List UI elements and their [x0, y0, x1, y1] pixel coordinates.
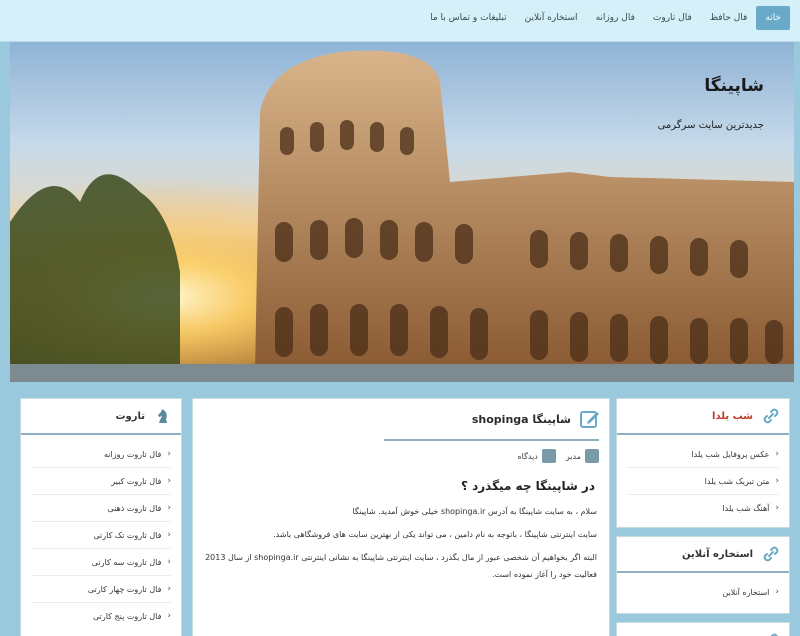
nav-menu: خانه فال حافظ فال تاروت فال روزانه استخا…	[421, 6, 790, 30]
site-tagline: جدیدترین سایت سرگرمی	[657, 120, 764, 131]
list-item[interactable]: ‹ عکس پروفایل شب یلدا	[627, 441, 779, 468]
banner-image	[10, 42, 794, 382]
post-author[interactable]: مدیر	[566, 452, 581, 461]
chevron-left-icon: ‹	[775, 448, 779, 459]
post-paragraph: سایت اینترنتی شاپینگا ، باتوجه به نام دا…	[273, 530, 597, 539]
header-banner: شاپینگا جدیدترین سایت سرگرمی	[10, 42, 794, 382]
tarot-widget: تاروت ‹ فال تاروت روزانه ‹ فال تاروت کبیر …	[20, 398, 182, 636]
chevron-left-icon: ‹	[167, 448, 171, 459]
post-paragraph: سلام ، به سایت شاپینگا به آدرس shopinga.…	[352, 507, 598, 516]
nav-item-tarot[interactable]: فال تاروت	[644, 6, 701, 30]
chevron-left-icon: ‹	[775, 503, 779, 513]
site-title[interactable]: شاپینگا	[704, 76, 764, 96]
chevron-left-icon: ‹	[167, 583, 171, 594]
nav-item-estekhare[interactable]: استخاره آنلاین	[516, 6, 587, 30]
tarot-widget-header: تاروت	[21, 399, 181, 435]
next-widget	[616, 622, 790, 636]
post-meta: مدیر دیدگاه	[193, 441, 609, 463]
chess-knight-icon	[153, 406, 173, 426]
list-item[interactable]: ‹ فال تاروت روزانه	[31, 441, 171, 468]
post-body: سلام ، به سایت شاپینگا به آدرس shopinga.…	[193, 493, 609, 583]
yalda-widget-header: شب یلدا	[617, 399, 789, 435]
yalda-widget: شب یلدا ‹ عکس پروفایل شب یلدا ‹ متن تبریک …	[616, 398, 790, 528]
list-item[interactable]: ‹ فال تاروت پنج کارتی	[31, 603, 171, 630]
nav-item-contact[interactable]: تبلیغات و تماس با ما	[421, 6, 516, 30]
post-comments[interactable]: دیدگاه	[517, 452, 537, 461]
post-header: شاپینگا shopinga	[193, 399, 609, 439]
tarot-widget-title: تاروت	[115, 410, 145, 422]
link-icon	[761, 406, 781, 426]
list-item[interactable]: ‹ استخاره آنلاین	[627, 579, 779, 606]
next-widget-header	[617, 623, 789, 636]
chevron-left-icon: ‹	[167, 502, 171, 513]
chevron-left-icon: ‹	[167, 529, 171, 540]
list-item[interactable]: ‹ فال تاروت ذهنی	[31, 495, 171, 522]
chevron-left-icon: ‹	[167, 556, 171, 567]
edit-icon	[579, 408, 601, 430]
list-item[interactable]: ‹ فال تاروت سه کارتی	[31, 549, 171, 576]
nav-item-hafez[interactable]: فال حافظ	[701, 6, 757, 30]
estekhare-widget-title: استخاره آنلاین	[682, 548, 753, 560]
comment-icon	[541, 449, 556, 463]
list-item[interactable]: ‹ فال تاروت چهار کارتی	[31, 576, 171, 603]
tarot-list: ‹ فال تاروت روزانه ‹ فال تاروت کبیر ‹ فال ت…	[21, 435, 181, 630]
chevron-left-icon: ‹	[775, 475, 779, 486]
link-icon	[761, 631, 781, 636]
yalda-widget-title: شب یلدا	[712, 410, 753, 422]
chevron-left-icon: ‹	[167, 611, 171, 621]
list-item[interactable]: ‹ متن تبریک شب یلدا	[627, 468, 779, 495]
main-post: شاپینگا shopinga مدیر دیدگاه در شاپینگا …	[192, 398, 610, 636]
user-icon	[585, 449, 599, 463]
estekhare-list: ‹ استخاره آنلاین	[617, 573, 789, 606]
nav-item-daily[interactable]: فال روزانه	[587, 6, 644, 30]
link-icon	[761, 544, 781, 564]
chevron-left-icon: ‹	[775, 587, 779, 597]
top-navbar: خانه فال حافظ فال تاروت فال روزانه استخا…	[0, 0, 800, 42]
post-heading: در شاپینگا چه میگذرد ؟	[460, 479, 595, 493]
post-title[interactable]: شاپینگا shopinga	[472, 413, 571, 426]
chevron-left-icon: ‹	[167, 475, 171, 486]
estekhare-widget-header: استخاره آنلاین	[617, 537, 789, 573]
nav-item-home[interactable]: خانه	[756, 6, 790, 30]
list-item[interactable]: ‹ آهنگ شب یلدا	[627, 495, 779, 522]
yalda-list: ‹ عکس پروفایل شب یلدا ‹ متن تبریک شب یلدا …	[617, 435, 789, 522]
list-item[interactable]: ‹ فال تاروت تک کارتی	[31, 522, 171, 549]
list-item[interactable]: ‹ فال تاروت کبیر	[31, 468, 171, 495]
estekhare-widget: استخاره آنلاین ‹ استخاره آنلاین	[616, 536, 790, 614]
post-paragraph: البته اگر بخواهیم آن شخصی عبور از مال بگ…	[205, 553, 597, 579]
